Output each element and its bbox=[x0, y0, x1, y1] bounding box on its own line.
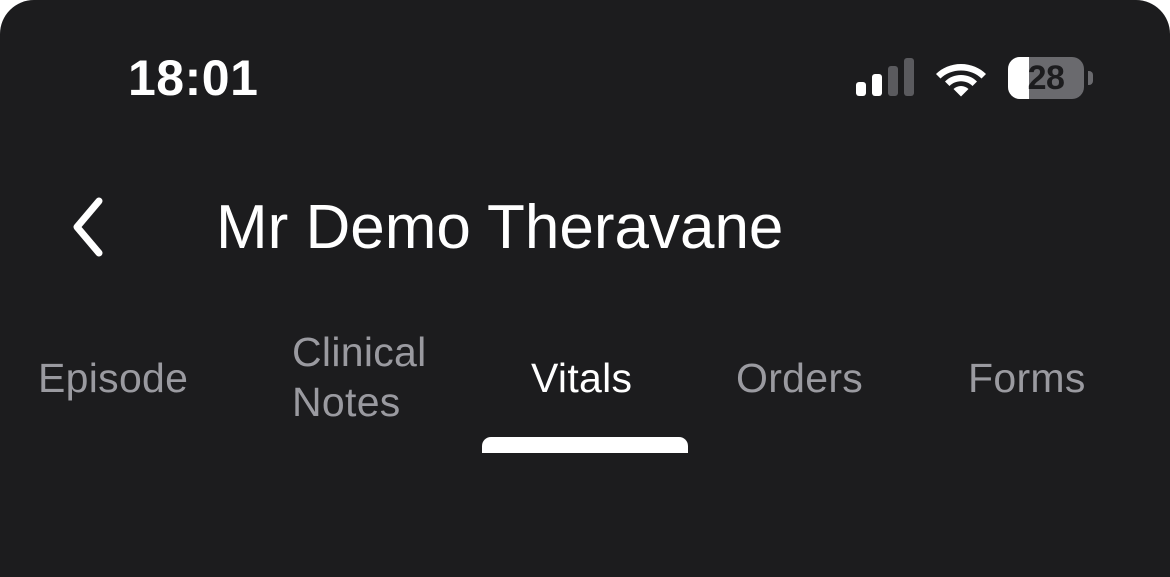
active-tab-indicator bbox=[482, 437, 688, 453]
battery-level: 28 bbox=[1027, 59, 1065, 97]
tab-vitals[interactable]: Vitals bbox=[531, 353, 632, 403]
tab-orders[interactable]: Orders bbox=[736, 353, 863, 403]
app-screen: 18:01 28 Mr Demo Theravane Episode Clini… bbox=[0, 0, 1170, 577]
battery-tip bbox=[1088, 71, 1093, 85]
chevron-left-icon bbox=[73, 197, 103, 257]
battery-icon: 28 bbox=[1008, 57, 1094, 99]
tab-clinical-notes-line1: Clinical bbox=[292, 329, 427, 375]
signal-bar bbox=[888, 66, 898, 96]
cellular-signal-icon bbox=[856, 58, 914, 96]
signal-bar bbox=[856, 82, 866, 96]
tab-clinical-notes-line2: Notes bbox=[292, 379, 401, 425]
tab-forms[interactable]: Forms bbox=[968, 353, 1086, 403]
back-button[interactable] bbox=[58, 190, 118, 264]
tab-episode[interactable]: Episode bbox=[38, 353, 188, 403]
tab-clinical-notes[interactable]: Clinical Notes bbox=[292, 327, 427, 427]
signal-bar bbox=[904, 58, 914, 96]
wifi-icon bbox=[934, 56, 988, 98]
battery-body: 28 bbox=[1008, 57, 1084, 99]
signal-bar bbox=[872, 74, 882, 96]
status-time: 18:01 bbox=[128, 50, 259, 106]
page-title: Mr Demo Theravane bbox=[216, 193, 784, 262]
